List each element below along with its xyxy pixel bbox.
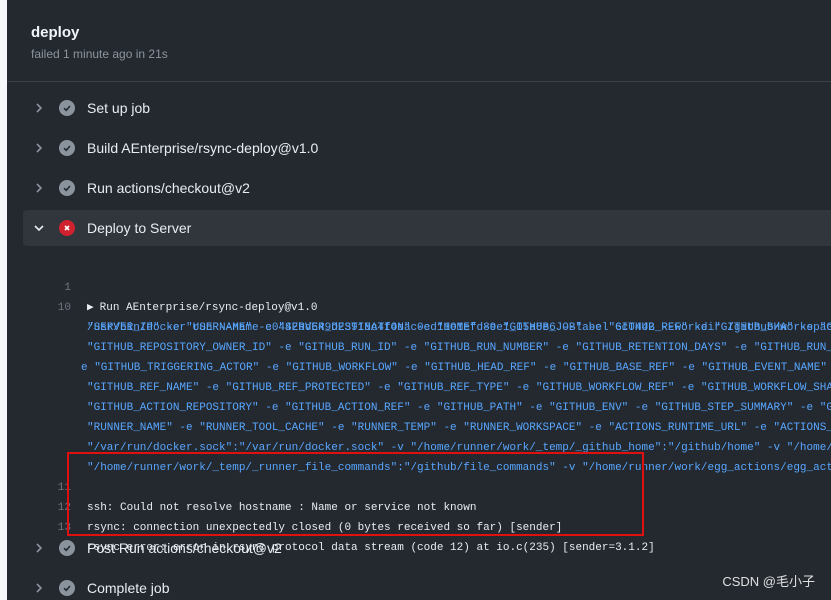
step-complete-job[interactable]: Complete job <box>23 570 831 600</box>
log-line: 10 /usr/bin/docker run --name c0442bd649… <box>7 278 831 334</box>
step-label: Complete job <box>87 580 170 596</box>
chevron-right-icon <box>31 180 47 196</box>
check-circle-icon <box>59 540 75 556</box>
step-label: Build AEnterprise/rsync-deploy@v1.0 <box>87 140 319 156</box>
check-circle-icon <box>59 100 75 116</box>
step-label: Deploy to Server <box>87 220 192 236</box>
log-line: "GITHUB_REPOSITORY_OWNER_ID" -e "GITHUB_… <box>7 318 831 354</box>
step-label: Run actions/checkout@v2 <box>87 180 250 196</box>
log-group-line[interactable]: 1 ▶ Run AEnterprise/rsync-deploy@v1.0 <box>7 258 831 314</box>
step-run-checkout[interactable]: Run actions/checkout@v2 <box>23 170 831 206</box>
chevron-right-icon <box>31 140 47 156</box>
chevron-right-icon <box>31 580 47 596</box>
check-circle-icon <box>59 580 75 596</box>
step-label: Post Run actions/checkout@v2 <box>87 540 282 556</box>
log-line: "/var/run/docker.sock":"/var/run/docker.… <box>7 418 831 454</box>
job-log-panel: deploy failed 1 minute ago in 21s Set up… <box>7 0 831 600</box>
log-line: "GITHUB_ACTION_REPOSITORY" -e "GITHUB_AC… <box>7 378 831 414</box>
watermark: CSDN @毛小子 <box>722 574 815 589</box>
log-line: "RUNNER_NAME" -e "RUNNER_TOOL_CACHE" -e … <box>7 398 831 434</box>
step-post-run-checkout[interactable]: Post Run actions/checkout@v2 <box>23 530 831 566</box>
chevron-right-icon <box>31 540 47 556</box>
check-circle-icon <box>59 140 75 156</box>
x-circle-icon <box>59 220 75 236</box>
check-circle-icon <box>59 180 75 196</box>
chevron-down-icon <box>31 220 47 236</box>
chevron-right-icon <box>31 100 47 116</box>
step-deploy-to-server[interactable]: Deploy to Server <box>23 210 831 246</box>
step-build[interactable]: Build AEnterprise/rsync-deploy@v1.0 <box>23 130 831 166</box>
error-highlight-box <box>67 452 644 536</box>
log-line: "GITHUB_REF_NAME" -e "GITHUB_REF_PROTECT… <box>7 358 831 394</box>
job-header: deploy failed 1 minute ago in 21s <box>7 0 831 82</box>
log-line: e "GITHUB_TRIGGERING_ACTOR" -e "GITHUB_W… <box>7 338 831 374</box>
step-label: Set up job <box>87 100 151 116</box>
job-status: failed 1 minute ago in 21s <box>31 47 168 61</box>
step-set-up-job[interactable]: Set up job <box>23 90 831 126</box>
log-line: "SERVER_IP" -e "USERNAME" -e "SERVER_DES… <box>7 298 831 334</box>
job-title: deploy <box>31 24 80 41</box>
